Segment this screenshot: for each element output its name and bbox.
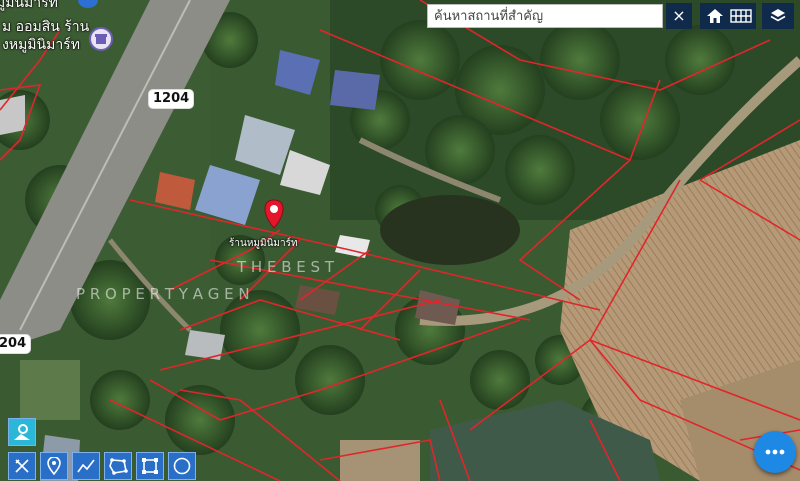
more-icon	[765, 449, 785, 455]
polygon-icon	[109, 458, 128, 475]
search-input[interactable]	[427, 4, 663, 28]
poi-icon[interactable]	[89, 27, 113, 51]
ruler-icon	[15, 459, 29, 473]
street-view-icon	[14, 424, 30, 440]
watermark-line2: P R O P E R T Y A G E N	[76, 285, 250, 303]
grid-button[interactable]	[726, 3, 756, 29]
polygon-tool[interactable]	[104, 452, 132, 480]
poi-label: ม ออมสิน ร้าน งหมูมินิมาร์ท	[2, 18, 89, 54]
clear-search-button[interactable]: ×	[666, 3, 692, 29]
rectangle-icon	[142, 458, 158, 474]
marker-icon	[47, 457, 61, 475]
home-icon	[707, 9, 723, 23]
satellite-map[interactable]	[0, 0, 800, 481]
measure-tool[interactable]	[8, 452, 36, 480]
layers-button[interactable]	[762, 3, 794, 29]
poi-label-line: ม ออมสิน ร้าน	[2, 19, 90, 35]
street-view-tool[interactable]	[8, 418, 36, 446]
store-icon	[95, 34, 107, 44]
poi-label-partial: มูมินิมาร์ท	[0, 0, 58, 11]
polyline-tool[interactable]	[72, 452, 100, 480]
road-number-label: 1204	[148, 89, 195, 109]
pin-label: ร้านหมูมินิมาร์ท	[229, 238, 298, 249]
watermark-line1: T H E B E S T	[237, 258, 334, 276]
layers-icon	[770, 9, 786, 22]
marker-tool[interactable]	[40, 452, 68, 480]
road-number-label: 204	[0, 334, 32, 354]
circle-icon	[173, 457, 191, 475]
polyline-icon	[77, 459, 95, 473]
grid-icon	[730, 9, 752, 23]
more-options-button[interactable]	[754, 431, 796, 473]
circle-tool[interactable]	[168, 452, 196, 480]
poi-label-line: งหมูมินิมาร์ท	[2, 37, 80, 53]
rectangle-tool[interactable]	[136, 452, 164, 480]
